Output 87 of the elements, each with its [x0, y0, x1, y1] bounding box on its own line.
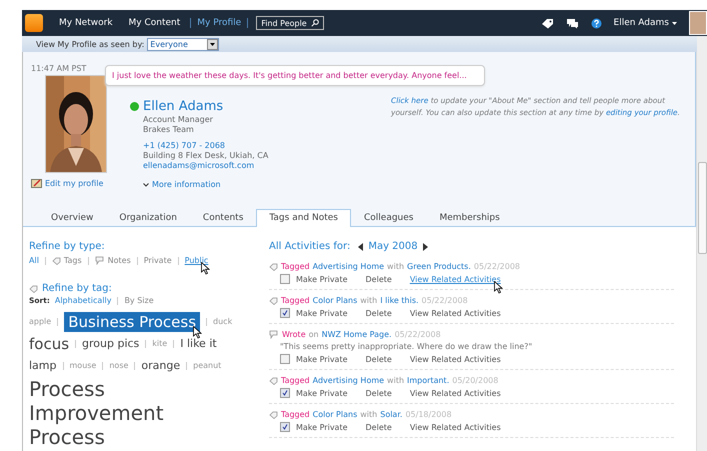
help-icon[interactable] [590, 18, 602, 28]
tag-icon [52, 256, 61, 264]
tag-cloud-item[interactable]: lamp [29, 359, 56, 373]
make-private-checkbox[interactable] [280, 422, 290, 432]
caret-icon [672, 22, 677, 24]
profile-tab[interactable]: Organization [106, 209, 190, 227]
month-label: May 2008 [368, 241, 418, 252]
find-people-button[interactable]: Find People [256, 16, 324, 30]
profile-tab[interactable]: Overview [38, 209, 106, 227]
phone-number: +1 (425) 707 - 2068 [143, 141, 226, 150]
tag-icon [269, 376, 278, 384]
tag-cloud-item[interactable]: focus [29, 335, 70, 353]
activity-summary: Wrote on NWZ Home Page. 05/22/2008 [269, 330, 674, 339]
tag-cloud-item[interactable]: group pics [82, 337, 140, 351]
view-as-dropdown[interactable]: Everyone [147, 38, 220, 50]
status-time: 11:47 AM PST [31, 64, 88, 73]
job-title: Account Manager [143, 115, 214, 124]
tag-cloud-item[interactable]: orange [141, 359, 180, 373]
logo-icon[interactable] [25, 14, 43, 32]
cursor-icon [494, 280, 503, 294]
sort-link[interactable]: Alphabetically [54, 296, 112, 305]
delete-link[interactable]: Delete [366, 388, 392, 398]
activity-summary: Tagged Color Plans with Solar. 05/18/2008 [269, 410, 674, 419]
delete-link[interactable]: Delete [366, 308, 392, 318]
edit-profile-link[interactable]: Edit my profile [31, 179, 107, 188]
view-related-link[interactable]: View Related Activities [410, 274, 501, 284]
previous-month-icon[interactable] [358, 242, 364, 250]
tag-cloud-item[interactable]: Process Improvement Process [29, 377, 189, 449]
view-related-link[interactable]: View Related Activities [410, 308, 501, 318]
cursor-icon [193, 326, 202, 339]
make-private-label: Make Private [296, 388, 348, 398]
notes-icon[interactable] [566, 18, 579, 28]
profile-name[interactable]: Ellen Adams [143, 99, 224, 114]
type-filter-link[interactable]: Private [144, 256, 172, 265]
nav-link[interactable]: My Profile [190, 18, 248, 28]
note-icon [269, 330, 279, 339]
type-filter-link[interactable]: Notes [108, 256, 131, 265]
profile-tab[interactable]: Colleagues [350, 209, 426, 227]
type-filter-link[interactable]: All [29, 256, 39, 265]
note-quote: "This seems pretty inappropriate. Where do we draw the line?" [280, 342, 534, 351]
make-private-label: Make Private [296, 422, 348, 432]
activity-summary: Tagged Advertising Home with Important. 05/20/2008 [269, 376, 674, 385]
type-filter-link[interactable]: Public [184, 256, 208, 265]
profile-tab[interactable]: Tags and Notes [256, 209, 351, 227]
delete-link[interactable]: Delete [366, 354, 392, 364]
tag-icon [269, 262, 278, 270]
make-private-label: Make Private [296, 308, 348, 318]
next-month-icon[interactable] [422, 242, 428, 250]
nav-link[interactable]: My Content [122, 18, 186, 28]
sort-link[interactable]: By Size [124, 296, 154, 305]
view-related-link[interactable]: View Related Activities [410, 354, 501, 364]
email-link[interactable]: ellenadams@microsoft.com [143, 161, 268, 170]
activity-summary: Tagged Color Plans with I like this. 05/22/2008 [269, 296, 674, 305]
user-menu[interactable]: Ellen Adams [614, 18, 677, 28]
delete-link[interactable]: Delete [366, 274, 392, 284]
make-private-label: Make Private [296, 274, 348, 284]
refine-by-type-heading: Refine by type: [29, 241, 106, 252]
more-information-link[interactable]: More information [143, 180, 268, 189]
refine-by-tag-heading: Refine by tag: [42, 283, 112, 294]
make-private-label: Make Private [296, 354, 348, 364]
profile-tab[interactable]: Memberships [426, 209, 513, 227]
activity-summary: Tagged Advertising Home with Green Products. 05/22/2008 [269, 262, 674, 271]
tag-icon[interactable] [540, 18, 554, 28]
make-private-checkbox[interactable] [280, 274, 290, 284]
type-filter-link[interactable]: Tags [64, 256, 82, 265]
delete-link[interactable]: Delete [366, 422, 392, 432]
tag-icon [269, 410, 278, 418]
note-icon [94, 256, 105, 265]
office-location: Building 8 Flex Desk, Ukiah, CA [143, 151, 268, 160]
nav-link[interactable]: My Network [53, 18, 119, 28]
make-private-checkbox[interactable] [280, 354, 290, 364]
chevron-down-icon [143, 182, 149, 186]
tag-icon [29, 284, 38, 292]
profile-tab[interactable]: Contents [190, 209, 256, 227]
status-bubble: I just love the weather these days. It's getting better and better everyday. Anyone feel... [105, 65, 485, 86]
tag-cloud-item[interactable]: I like it [180, 337, 217, 351]
edit-profile-icon [31, 179, 42, 188]
make-private-checkbox[interactable] [280, 388, 290, 398]
view-related-link[interactable]: View Related Activities [410, 422, 501, 432]
make-private-checkbox[interactable] [280, 308, 290, 318]
view-related-link[interactable]: View Related Activities [410, 388, 501, 398]
search-icon [310, 19, 319, 27]
activities-heading: All Activities for: [269, 241, 350, 252]
cursor-icon [201, 262, 210, 276]
tag-icon [269, 296, 278, 304]
view-as-label: View My Profile as seen by: [36, 40, 144, 48]
team-name: Brakes Team [143, 125, 195, 134]
